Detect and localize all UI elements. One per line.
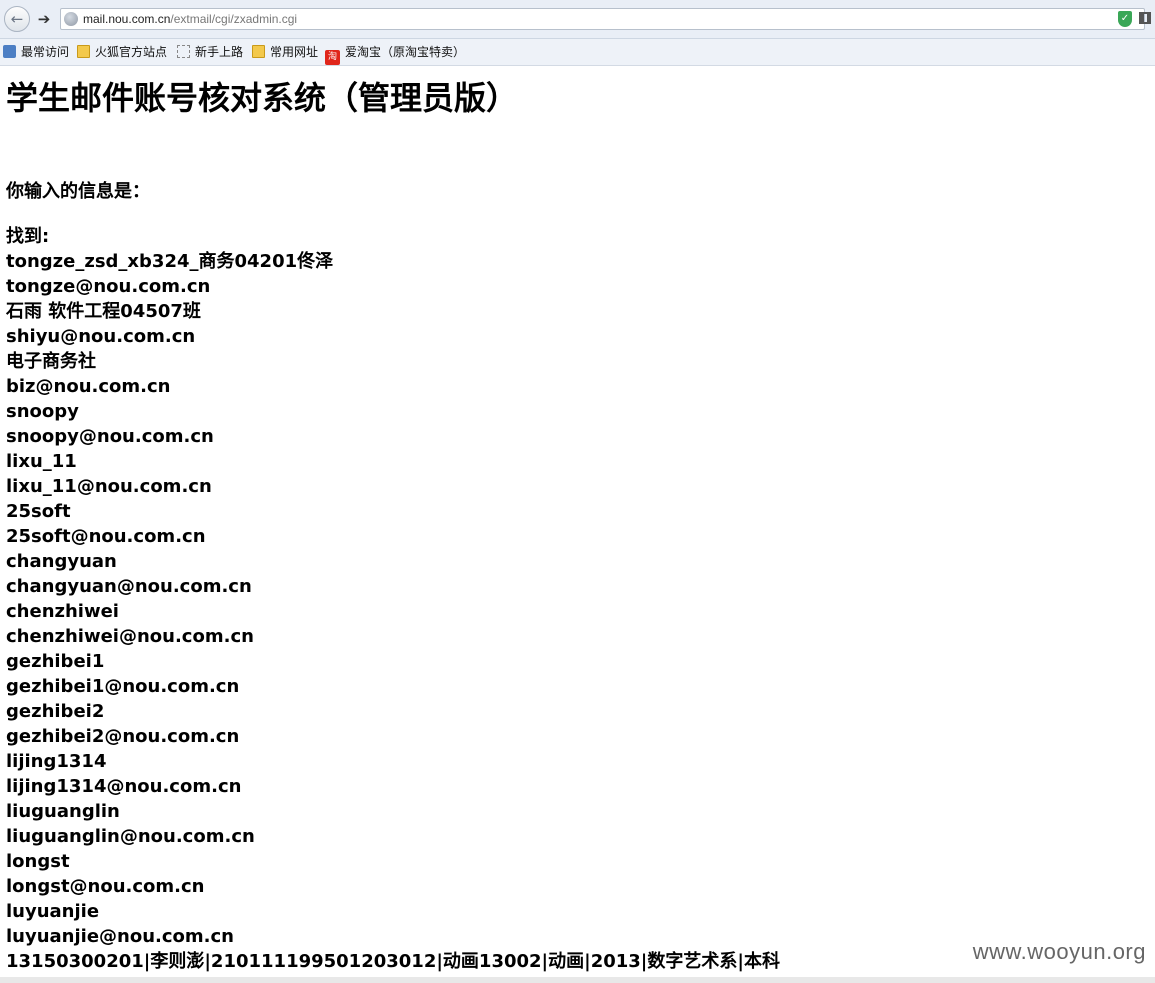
forward-button[interactable]: ➔ — [34, 6, 54, 32]
result-line: lijing1314@nou.com.cn — [6, 776, 242, 797]
input-info-label: 你输入的信息是： — [6, 181, 150, 202]
url-host: mail.nou.com.cn — [83, 12, 171, 26]
result-line: luyuanjie@nou.com.cn — [6, 926, 234, 947]
page-title: 学生邮件账号核对系统（管理员版） — [6, 79, 519, 117]
back-button[interactable]: ← — [4, 6, 30, 32]
folder-icon — [252, 45, 265, 58]
bookmark-label: 新手上路 — [195, 45, 244, 59]
bookmark-label: 火狐官方站点 — [95, 45, 168, 59]
bookmark-firefox-official[interactable]: 火狐官方站点 — [77, 44, 167, 60]
bookmark-common-sites[interactable]: 常用网址 — [252, 44, 318, 60]
result-line: 13150300201|李则澎|210111199501203012|动画130… — [6, 951, 780, 972]
browser-toolbar: ← ➔ mail.nou.com.cn/extmail/cgi/zxadmin.… — [0, 0, 1155, 39]
taobao-icon: 淘 — [325, 50, 340, 65]
arrow-left-icon: ← — [10, 10, 24, 28]
bookmark-most-visited[interactable]: 最常访问 — [3, 44, 69, 60]
result-line: shiyu@nou.com.cn — [6, 326, 196, 347]
result-line: gezhibei1 — [6, 651, 105, 672]
results-list: tongze_zsd_xb324_商务04201佟泽 tongze@nou.com… — [6, 249, 780, 974]
status-strip — [0, 977, 1155, 983]
result-line: gezhibei2 — [6, 701, 105, 722]
bookmark-label: 常用网址 — [270, 45, 319, 59]
bookmark-ai-taobao[interactable]: 淘爱淘宝（原淘宝特卖） — [325, 44, 466, 65]
result-line: tongze_zsd_xb324_商务04201佟泽 — [6, 251, 334, 272]
most-visited-icon — [3, 45, 16, 58]
result-line: biz@nou.com.cn — [6, 376, 171, 397]
blank-page-icon — [177, 45, 190, 58]
watermark: www.wooyun.org — [972, 939, 1146, 964]
result-line: snoopy@nou.com.cn — [6, 426, 214, 447]
bookmarks-bar: 最常访问 火狐官方站点 新手上路 常用网址 淘爱淘宝（原淘宝特卖） — [0, 39, 1155, 66]
result-line: tongze@nou.com.cn — [6, 276, 211, 297]
arrow-right-icon: ➔ — [37, 10, 51, 28]
globe-icon — [64, 12, 78, 26]
bookmark-getting-started[interactable]: 新手上路 — [177, 44, 243, 60]
result-line: chenzhiwei@nou.com.cn — [6, 626, 254, 647]
result-line: lijing1314 — [6, 751, 107, 772]
result-line: liuguanglin — [6, 801, 120, 822]
result-line: lixu_11@nou.com.cn — [6, 476, 212, 497]
result-line: 石雨 软件工程04507班 — [6, 301, 201, 322]
bookmark-label: 爱淘宝（原淘宝特卖） — [345, 45, 466, 59]
result-line: 25soft@nou.com.cn — [6, 526, 206, 547]
found-label: 找到: — [6, 226, 50, 247]
result-line: changyuan@nou.com.cn — [6, 576, 252, 597]
url-path: /extmail/cgi/zxadmin.cgi — [170, 12, 298, 26]
result-line: chenzhiwei — [6, 601, 119, 622]
result-line: liuguanglin@nou.com.cn — [6, 826, 255, 847]
folder-icon — [77, 45, 90, 58]
result-line: lixu_11 — [6, 451, 77, 472]
qr-code-icon[interactable] — [1139, 12, 1151, 24]
result-line: gezhibei1@nou.com.cn — [6, 676, 240, 697]
security-shield-icon[interactable]: ✓ — [1118, 11, 1132, 27]
result-line: 25soft — [6, 501, 71, 522]
result-line: longst — [6, 851, 70, 872]
result-line: gezhibei2@nou.com.cn — [6, 726, 240, 747]
result-line: luyuanjie — [6, 901, 100, 922]
result-line: snoopy — [6, 401, 79, 422]
bookmark-label: 最常访问 — [21, 45, 70, 59]
result-line: changyuan — [6, 551, 117, 572]
result-line: 电子商务社 — [6, 351, 96, 372]
result-line: longst@nou.com.cn — [6, 876, 205, 897]
url-text: mail.nou.com.cn/extmail/cgi/zxadmin.cgi — [83, 11, 297, 27]
address-bar[interactable]: mail.nou.com.cn/extmail/cgi/zxadmin.cgi … — [60, 8, 1151, 30]
